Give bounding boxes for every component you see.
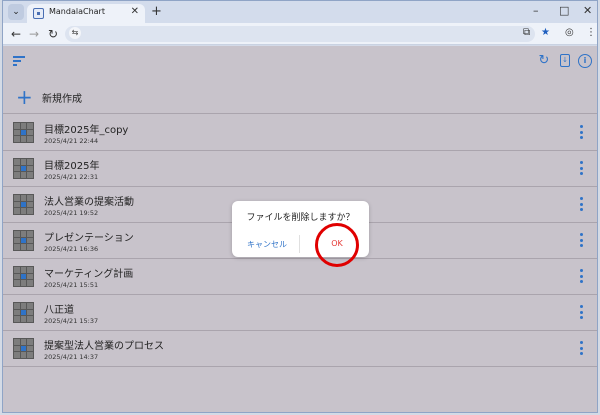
more-options-icon[interactable]: [580, 305, 583, 319]
maximize-button[interactable]: □: [559, 4, 569, 17]
item-title: 目標2025年_copy: [44, 125, 129, 136]
mandala-thumbnail-icon: [13, 122, 34, 143]
close-tab-icon[interactable]: ✕: [131, 6, 139, 17]
profile-icon[interactable]: ◎: [565, 27, 574, 38]
browser-toolbar: ← → ↻ ⇆ ⧉ ★ ◎ ⋮: [3, 23, 597, 45]
item-title: 法人営業の提案活動: [44, 197, 134, 208]
mandala-thumbnail-icon: [13, 230, 34, 251]
item-title: 目標2025年: [44, 161, 100, 172]
list-item[interactable]: 提案型法人営業のプロセス 2025/4/21 14:37: [3, 331, 597, 367]
address-bar[interactable]: ⇆: [65, 26, 535, 42]
more-options-icon[interactable]: [580, 233, 583, 247]
annotation-circle: [315, 223, 359, 267]
item-date: 2025/4/21 15:51: [44, 281, 99, 289]
mandala-thumbnail-icon: [13, 158, 34, 179]
dialog-divider: [299, 235, 300, 253]
list-item[interactable]: 目標2025年_copy 2025/4/21 22:44: [3, 115, 597, 151]
list-item[interactable]: 八正道 2025/4/21 15:37: [3, 295, 597, 331]
more-options-icon[interactable]: [580, 341, 583, 355]
import-icon[interactable]: ↓: [560, 54, 570, 67]
tab-strip: ⌄ MandalaChart ✕ + – □ ✕: [3, 1, 597, 23]
more-options-icon[interactable]: [580, 197, 583, 211]
mandala-thumbnail-icon: [13, 338, 34, 359]
item-date: 2025/4/21 16:36: [44, 245, 99, 253]
item-date: 2025/4/21 14:37: [44, 353, 99, 361]
tab-search-button[interactable]: ⌄: [8, 4, 24, 20]
item-date: 2025/4/21 15:37: [44, 317, 99, 325]
close-window-button[interactable]: ✕: [583, 4, 592, 17]
item-title: 提案型法人営業のプロセス: [44, 341, 164, 352]
sort-icon[interactable]: [13, 56, 25, 66]
item-title: 八正道: [44, 305, 74, 316]
new-chart-label: 新規作成: [42, 94, 82, 105]
info-icon[interactable]: i: [578, 54, 592, 68]
new-tab-button[interactable]: +: [151, 4, 162, 20]
star-icon[interactable]: ★: [541, 27, 550, 38]
item-title: マーケティング計画: [44, 269, 134, 280]
list-item[interactable]: 目標2025年 2025/4/21 22:31: [3, 151, 597, 187]
item-date: 2025/4/21 22:44: [44, 137, 99, 145]
reload-button[interactable]: ↻: [48, 26, 58, 42]
mandala-thumbnail-icon: [13, 266, 34, 287]
more-options-icon[interactable]: [580, 125, 583, 139]
tab-title: MandalaChart: [49, 7, 105, 16]
plus-icon: +: [16, 85, 33, 109]
list-item[interactable]: マーケティング計画 2025/4/21 15:51: [3, 259, 597, 295]
new-chart-button[interactable]: + 新規作成: [3, 82, 597, 114]
browser-menu-icon[interactable]: ⋮: [586, 27, 596, 38]
mandala-thumbnail-icon: [13, 194, 34, 215]
app-header: ↻ ↓ i: [3, 46, 597, 76]
item-date: 2025/4/21 22:31: [44, 173, 99, 181]
refresh-icon[interactable]: ↻: [537, 54, 551, 68]
dialog-title: ファイルを削除しますか？: [246, 213, 355, 223]
more-options-icon[interactable]: [580, 161, 583, 175]
minimize-button[interactable]: –: [533, 4, 539, 17]
cast-icon[interactable]: ⧉: [523, 27, 530, 38]
item-date: 2025/4/21 19:52: [44, 209, 99, 217]
tab-mandalachart[interactable]: MandalaChart ✕: [27, 4, 145, 23]
forward-button[interactable]: →: [29, 26, 39, 42]
item-title: プレゼンテーション: [44, 233, 134, 244]
cancel-button[interactable]: キャンセル: [242, 239, 292, 250]
back-button[interactable]: ←: [11, 26, 21, 42]
favicon-icon: [33, 8, 44, 19]
site-settings-icon[interactable]: ⇆: [69, 27, 81, 39]
more-options-icon[interactable]: [580, 269, 583, 283]
mandala-thumbnail-icon: [13, 302, 34, 323]
